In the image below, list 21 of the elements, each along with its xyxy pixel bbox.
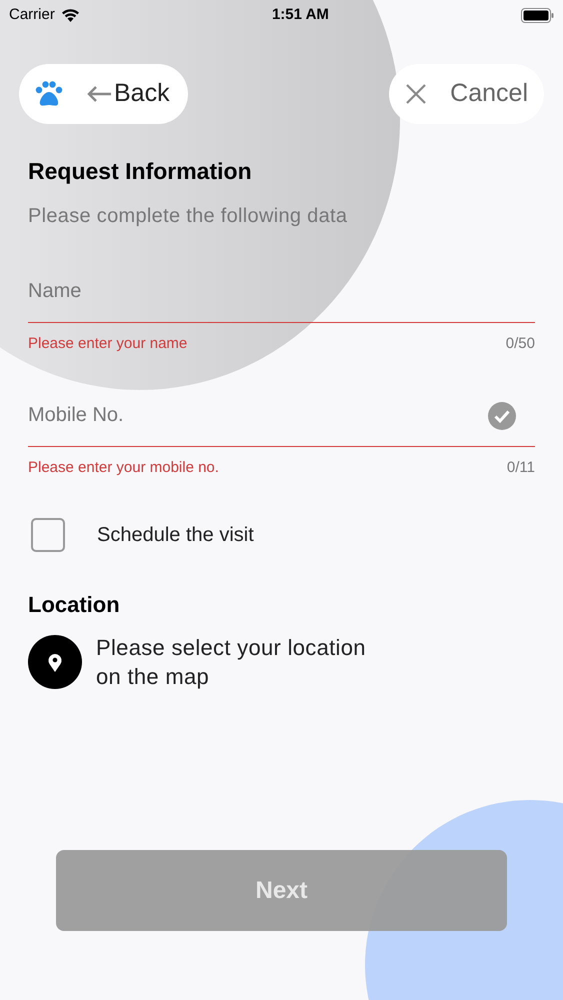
cancel-button[interactable]: Cancel [389,64,544,124]
section-heading: Location [28,590,121,618]
form-title: Request Information [28,157,253,186]
character-counter: 0/50 [506,334,535,354]
error-message: Please enter your mobile no. [28,458,219,478]
status-time: 1:51 AM [272,4,329,25]
paw-icon [35,81,63,107]
battery-icon [521,8,554,22]
form-subtitle: Please complete the following data [28,204,348,228]
error-message: Please enter your name [28,334,188,354]
wifi-icon [60,8,80,22]
carrier-label: Carrier [9,4,55,25]
close-icon [406,84,426,104]
checkbox-label: Schedule the visit [97,522,254,548]
checkbox[interactable] [31,518,65,552]
character-counter: 0/11 [506,458,535,478]
location-prompt[interactable]: Please select your location on the map [96,632,396,690]
back-arrow-icon [86,85,112,103]
input-field[interactable]: Name [28,260,535,322]
location-pin-icon[interactable] [28,634,82,688]
back-button[interactable]: Back [19,64,188,124]
